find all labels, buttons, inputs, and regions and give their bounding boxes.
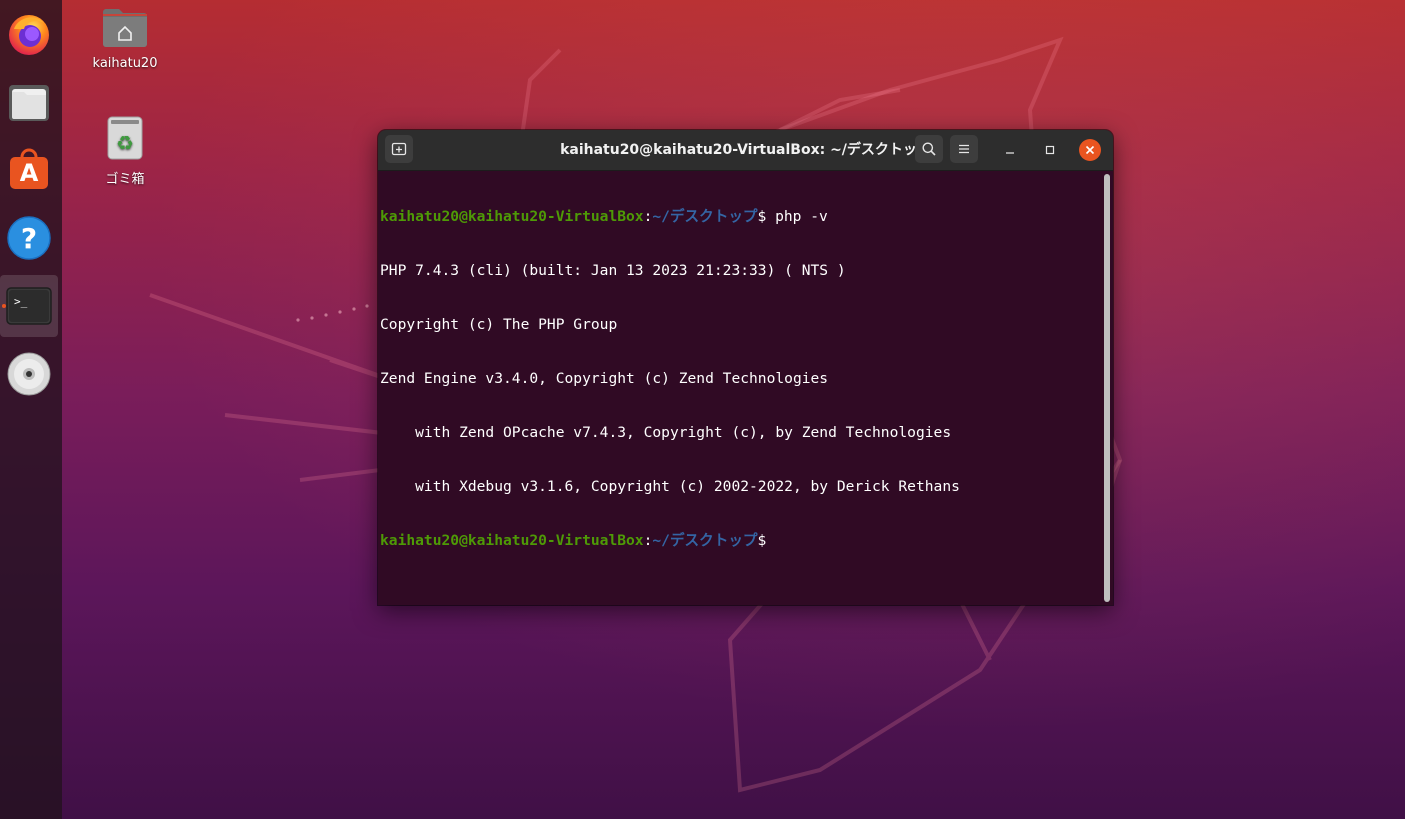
- search-icon: [922, 142, 936, 156]
- maximize-button[interactable]: [1040, 140, 1060, 160]
- running-indicator: [2, 304, 6, 308]
- output-line: Zend Engine v3.4.0, Copyright (c) Zend T…: [380, 370, 829, 387]
- terminal-titlebar[interactable]: kaihatu20@kaihatu20-VirtualBox: ~/デスクトップ: [378, 130, 1113, 171]
- home-folder-icon: [103, 9, 147, 47]
- terminal-scrollbar[interactable]: [1104, 174, 1110, 602]
- terminal-window[interactable]: kaihatu20@kaihatu20-VirtualBox: ~/デスクトップ: [378, 130, 1113, 605]
- dock-item-software[interactable]: A: [0, 139, 58, 201]
- prompt-path: ~/デスクトップ: [652, 532, 758, 549]
- minimize-button[interactable]: [1000, 140, 1020, 160]
- output-line: with Zend OPcache v7.4.3, Copyright (c),…: [380, 424, 952, 441]
- new-tab-icon: [391, 142, 407, 156]
- terminal-icon: >_: [6, 287, 52, 325]
- menu-button[interactable]: [950, 135, 978, 163]
- prompt-user-host: kaihatu20@kaihatu20-VirtualBox: [380, 532, 644, 549]
- help-icon: ?: [7, 216, 51, 260]
- close-button[interactable]: [1079, 139, 1101, 161]
- svg-text:?: ?: [21, 222, 37, 255]
- prompt-user-host: kaihatu20@kaihatu20-VirtualBox: [380, 208, 644, 225]
- minimize-icon: [1006, 152, 1014, 154]
- dock-item-firefox[interactable]: [0, 3, 58, 65]
- trash-icon: ♻: [107, 116, 143, 160]
- desktop-icon-trash[interactable]: ♻ ゴミ箱: [80, 116, 170, 187]
- svg-text:♻: ♻: [116, 131, 134, 155]
- svg-text:>_: >_: [14, 295, 28, 308]
- output-line: PHP 7.4.3 (cli) (built: Jan 13 2023 21:2…: [380, 262, 846, 279]
- optical-disc-icon: [7, 352, 51, 396]
- svg-text:A: A: [20, 159, 39, 187]
- dock-item-terminal[interactable]: >_: [0, 275, 58, 337]
- software-center-icon: A: [10, 148, 48, 189]
- prompt-line[interactable]: kaihatu20@kaihatu20-VirtualBox:~/デスクトップ$: [380, 532, 1101, 550]
- search-button[interactable]: [915, 135, 943, 163]
- output-line: with Xdebug v3.1.6, Copyright (c) 2002-2…: [380, 478, 960, 495]
- firefox-icon: [9, 15, 49, 55]
- new-tab-button[interactable]: [385, 135, 413, 163]
- output-line: Copyright (c) The PHP Group: [380, 316, 618, 333]
- prompt-path: ~/デスクトップ: [652, 208, 758, 225]
- prompt-dollar: $: [757, 208, 767, 225]
- desktop-icon-label: kaihatu20: [92, 56, 158, 71]
- hamburger-menu-icon: [959, 144, 969, 154]
- terminal-output[interactable]: kaihatu20@kaihatu20-VirtualBox:~/デスクトップ$…: [378, 171, 1101, 605]
- maximize-icon: [1045, 145, 1055, 155]
- prompt-line: kaihatu20@kaihatu20-VirtualBox:~/デスクトップ$…: [380, 208, 1101, 226]
- prompt-dollar: $: [757, 532, 767, 549]
- dock-item-help[interactable]: ?: [0, 207, 58, 269]
- dock-item-files[interactable]: [0, 71, 58, 133]
- files-icon: [9, 85, 49, 121]
- desktop-icon-home[interactable]: kaihatu20: [80, 6, 170, 71]
- close-icon: [1085, 145, 1095, 155]
- dock: A ? >_: [0, 0, 62, 819]
- dock-item-disc[interactable]: [0, 343, 58, 405]
- command-text: php -v: [766, 208, 828, 225]
- desktop-icon-label: ゴミ箱: [105, 172, 145, 187]
